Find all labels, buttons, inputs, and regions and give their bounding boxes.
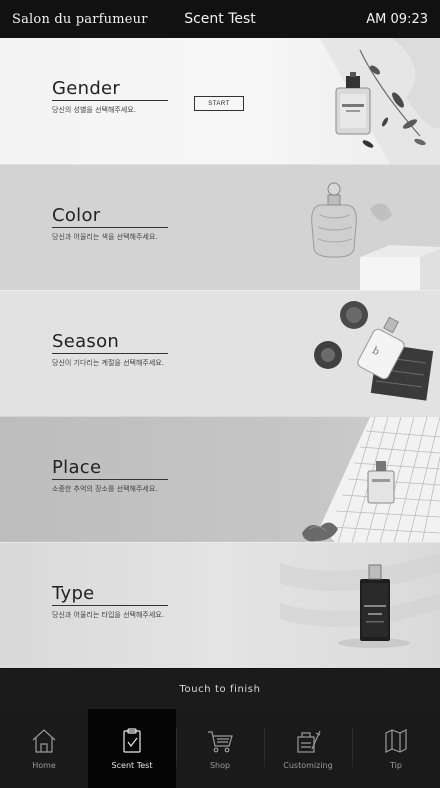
bottom-tab-bar: Home Scent Test Shop Customizing Tip: [0, 709, 440, 788]
clipboard-check-icon: [118, 727, 146, 755]
panel-subtitle: 당신과 어울리는 타입을 선택해주세요.: [52, 611, 164, 619]
status-bar: Salon du parfumeur Scent Test AM 09:23: [0, 0, 440, 38]
panel-place[interactable]: Place 소중한 추억의 장소를 선택해주세요.: [0, 416, 440, 542]
tab-label: Tip: [390, 761, 402, 770]
perfume-on-grid-tile-image: [280, 417, 440, 542]
panel-color[interactable]: Color 당신과 어울리는 색을 선택해주세요.: [0, 164, 440, 290]
panel-gender[interactable]: Gender 당신의 성별을 선택해주세요. START: [0, 38, 440, 164]
panel-title: Place: [52, 457, 168, 480]
perfume-with-pinecones-image: b: [280, 291, 440, 416]
perfume-with-leaves-image: [280, 38, 440, 164]
panel-title: Color: [52, 205, 168, 228]
panel-subtitle: 소중한 추억의 장소를 선택해주세요.: [52, 485, 158, 493]
tab-home[interactable]: Home: [0, 709, 88, 788]
tab-label: Home: [32, 761, 56, 770]
tab-label: Customizing: [283, 761, 333, 770]
panel-subtitle: 당신이 기다리는 계절을 선택해주세요.: [52, 359, 164, 367]
panel-subtitle: 당신과 어울리는 색을 선택해주세요.: [52, 233, 158, 241]
tab-label: Scent Test: [111, 761, 153, 770]
brand-name: Salon du parfumeur: [12, 11, 148, 27]
perfume-on-pedestal-image: [280, 165, 440, 290]
panel-subtitle: 당신의 성별을 선택해주세요.: [52, 106, 136, 114]
start-button[interactable]: START: [194, 96, 244, 111]
lab-tools-icon: [294, 727, 322, 755]
scent-test-panels: Gender 당신의 성별을 선택해주세요. START Color 당신과 어…: [0, 38, 440, 668]
home-icon: [30, 727, 58, 755]
panel-title: Gender: [52, 78, 168, 101]
perfume-bottle-image: [280, 543, 440, 668]
panel-title: Type: [52, 583, 168, 606]
tab-scent-test[interactable]: Scent Test: [88, 709, 176, 788]
clock: AM 09:23: [366, 11, 428, 27]
panel-type[interactable]: Type 당신과 어울리는 타입을 선택해주세요.: [0, 542, 440, 668]
panel-season[interactable]: Season 당신이 기다리는 계절을 선택해주세요. b: [0, 290, 440, 416]
panel-title: Season: [52, 331, 168, 354]
tab-tip[interactable]: Tip: [352, 709, 440, 788]
tab-label: Shop: [209, 761, 231, 770]
map-icon: [382, 727, 410, 755]
cart-icon: [206, 727, 234, 755]
tab-customizing[interactable]: Customizing: [264, 709, 352, 788]
finish-button[interactable]: Touch to finish: [0, 669, 440, 709]
tab-shop[interactable]: Shop: [176, 709, 264, 788]
